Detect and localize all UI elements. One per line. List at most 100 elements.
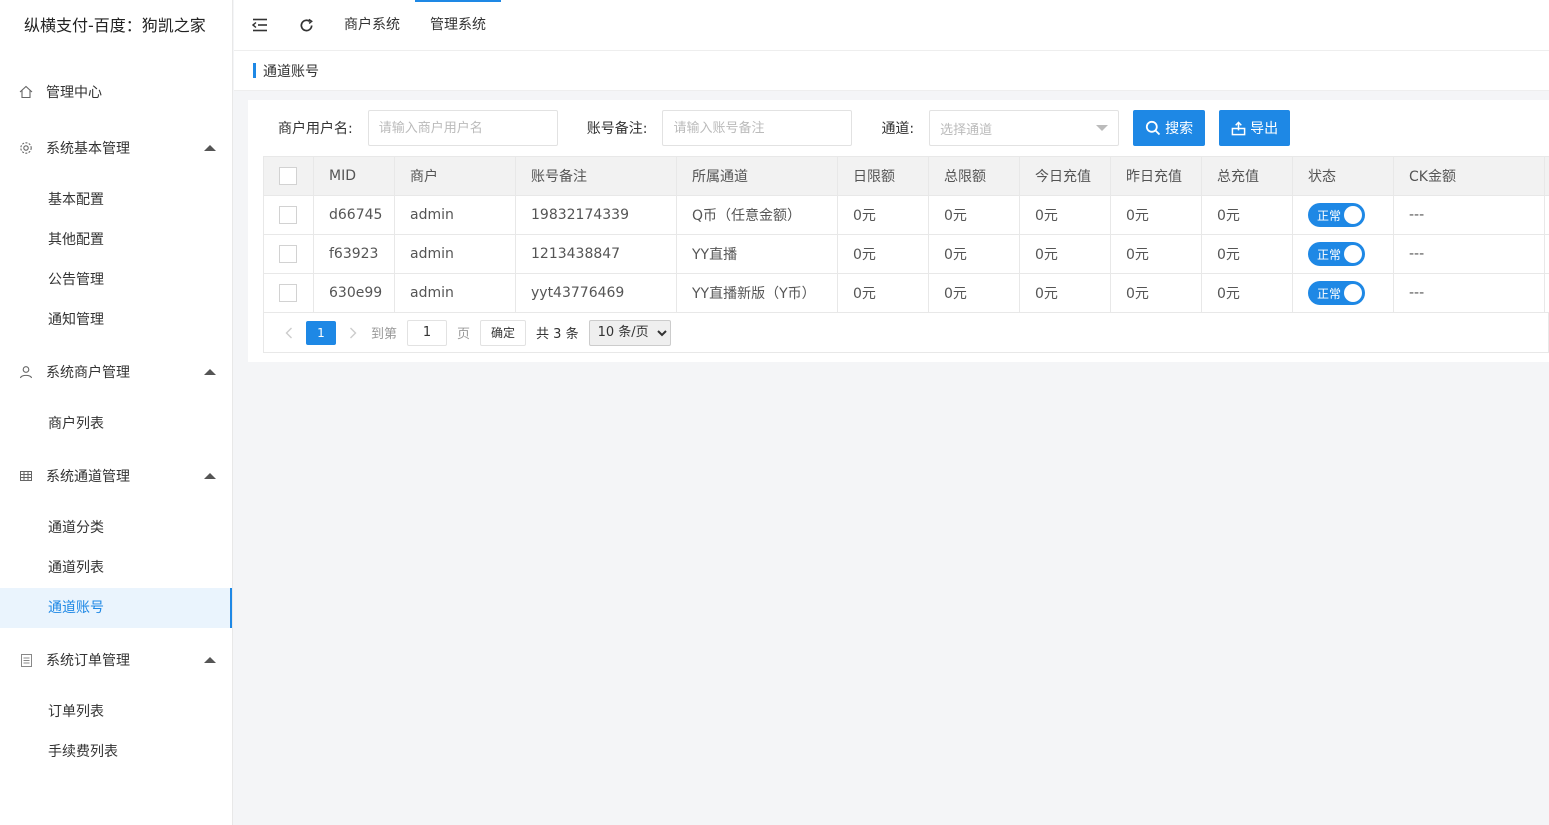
sidebar-item-channel-category[interactable]: 通道分类 [0,508,232,548]
goto-confirm-button[interactable]: 确定 [480,319,527,346]
sidebar-item-channel-account[interactable]: 通道账号 [0,588,232,628]
sidebar-group-label: 系统商户管理 [46,365,130,381]
goto-label: 到第 [371,327,398,342]
refresh-icon[interactable] [283,0,329,51]
cell-ck-amount: --- [1393,234,1545,274]
status-toggle[interactable]: 正常 [1308,203,1365,227]
cell-total-limit: 0元 [928,195,1020,235]
search-icon [1146,120,1161,136]
search-button-label: 搜索 [1165,121,1194,137]
sidebar-menu: 管理中心 系统基本管理 基本配置 其他配置 公告管理 通知管理 系统商户管理 商… [0,64,232,772]
sidebar-item-other-config[interactable]: 其他配置 [0,220,232,260]
current-page[interactable]: 1 [306,320,336,345]
row-select-cell[interactable] [263,195,314,235]
header-select-all[interactable] [263,156,314,196]
row-checkbox[interactable] [279,245,297,263]
top-header: 商户系统 管理系统 [234,0,1549,51]
search-button[interactable]: 搜索 [1133,110,1206,146]
toggle-knob [1344,284,1362,302]
row-checkbox[interactable] [279,206,297,224]
cell-daily-limit: 0元 [837,273,929,313]
sidebar-group-orders[interactable]: 系统订单管理 [0,632,232,688]
cell-overflow [1544,273,1549,313]
cell-remark: 1213438847 [515,234,677,274]
prev-page-icon[interactable] [276,320,302,346]
sidebar-item-merchant-list[interactable]: 商户列表 [0,404,232,444]
column-header-remark: 账号备注 [515,156,677,196]
grid-icon [18,468,34,484]
merchant-username-label: 商户用户名: [278,121,353,137]
cell-channel: YY直播新版（Y币） [676,273,838,313]
cell-remark: yyt43776469 [515,273,677,313]
cell-today-recharge: 0元 [1019,234,1111,274]
caret-up-icon [204,145,216,151]
column-header-merchant: 商户 [394,156,516,196]
cell-mid: 630e99 [313,273,395,313]
cell-merchant: admin [394,234,516,274]
page-size-select[interactable]: 10 条/页 [588,319,671,346]
caret-up-icon [204,369,216,375]
cell-today-recharge: 0元 [1019,273,1111,313]
column-header-yesterday-recharge: 昨日充值 [1110,156,1202,196]
channel-select[interactable]: 选择通道 [929,110,1120,146]
cell-total-limit: 0元 [928,273,1020,313]
sidebar-item-announcements[interactable]: 公告管理 [0,260,232,300]
channel-account-table: MID 商户 账号备注 所属通道 日限额 总限额 今日充值 昨日充值 总充值 状… [263,156,1549,313]
export-button-label: 导出 [1250,121,1279,137]
cell-total-recharge: 0元 [1201,273,1293,313]
next-page-icon[interactable] [340,320,366,346]
menu-collapse-icon[interactable] [237,0,283,51]
cell-ck-amount: --- [1393,195,1545,235]
sidebar-item-basic-config[interactable]: 基本配置 [0,180,232,220]
cell-status: 正常 [1292,234,1394,274]
sidebar-group-label: 系统通道管理 [46,469,130,485]
sidebar-group-label: 系统基本管理 [46,141,130,157]
cell-yesterday-recharge: 0元 [1110,234,1202,274]
caret-up-icon [204,473,216,479]
breadcrumb-accent-bar [253,63,256,78]
gear-icon [18,140,34,156]
sidebar-item-fee-list[interactable]: 手续费列表 [0,732,232,772]
cell-merchant: admin [394,273,516,313]
merchant-username-input[interactable] [367,110,558,146]
goto-page-input[interactable] [407,319,448,346]
sidebar-group-basic[interactable]: 系统基本管理 [0,120,232,176]
account-remark-label: 账号备注: [586,121,648,137]
breadcrumb: 通道账号 [234,51,1549,91]
column-header-status: 状态 [1292,156,1394,196]
select-all-checkbox[interactable] [279,167,297,185]
column-header-ck-amount: CK金额 [1393,156,1545,196]
status-toggle[interactable]: 正常 [1308,242,1365,266]
row-select-cell[interactable] [263,273,314,313]
app-title: 纵横支付-百度：狗凯之家 [24,16,206,35]
column-header-today-recharge: 今日充值 [1019,156,1111,196]
sidebar-group-merchant[interactable]: 系统商户管理 [0,344,232,400]
row-checkbox[interactable] [279,284,297,302]
cell-today-recharge: 0元 [1019,195,1111,235]
page-unit-label: 页 [457,327,471,342]
sidebar-item-order-list[interactable]: 订单列表 [0,692,232,732]
sidebar: 纵横支付-百度：狗凯之家 管理中心 系统基本管理 基本配置 其他配置 公告管理 … [0,0,233,825]
nav-admin-system[interactable]: 管理系统 [415,0,501,51]
cell-status: 正常 [1292,273,1394,313]
export-icon [1231,120,1246,135]
sidebar-item-channel-list[interactable]: 通道列表 [0,548,232,588]
export-button[interactable]: 导出 [1219,110,1291,146]
cell-daily-limit: 0元 [837,195,929,235]
document-icon [18,652,34,668]
cell-channel: YY直播 [676,234,838,274]
account-remark-input[interactable] [662,110,853,146]
nav-merchant-system[interactable]: 商户系统 [329,0,415,51]
status-toggle[interactable]: 正常 [1308,281,1365,305]
sidebar-item-dashboard[interactable]: 管理中心 [0,64,232,120]
cell-total-limit: 0元 [928,234,1020,274]
sidebar-item-notifications[interactable]: 通知管理 [0,300,232,340]
cell-overflow [1544,195,1549,235]
sidebar-group-channel[interactable]: 系统通道管理 [0,448,232,504]
table-container: MID 商户 账号备注 所属通道 日限额 总限额 今日充值 昨日充值 总充值 状… [263,156,1549,353]
cell-daily-limit: 0元 [837,234,929,274]
caret-up-icon [204,657,216,663]
column-header-mid: MID [313,156,395,196]
row-select-cell[interactable] [263,234,314,274]
status-toggle-label: 正常 [1317,208,1342,223]
